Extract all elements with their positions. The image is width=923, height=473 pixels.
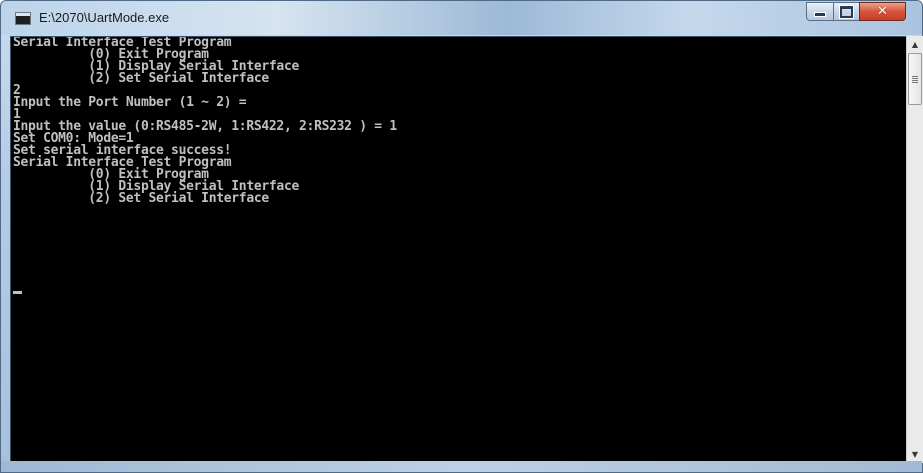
- console-line: (2) Set Serial Interface: [13, 71, 269, 86]
- window-title: E:\2070\UartMode.exe: [39, 10, 170, 25]
- console-app-icon[interactable]: [15, 12, 31, 25]
- window-bottom-border: [1, 461, 922, 472]
- maximize-icon: [839, 4, 854, 19]
- scroll-up-icon[interactable]: ▲: [907, 36, 923, 53]
- maximize-button[interactable]: [833, 2, 860, 21]
- minimize-button[interactable]: [806, 2, 834, 21]
- console-line: Input the Port Number (1 ~ 2) =: [13, 95, 247, 110]
- console-text: Serial Interface Test Program (0) Exit P…: [13, 37, 397, 205]
- minimize-icon: [814, 12, 826, 17]
- console-output[interactable]: Serial Interface Test Program (0) Exit P…: [10, 36, 907, 463]
- grip-icon: [912, 75, 918, 83]
- text-cursor: [13, 291, 22, 294]
- close-button[interactable]: ✕: [859, 2, 906, 21]
- scroll-thumb[interactable]: [908, 53, 922, 105]
- vertical-scrollbar[interactable]: ▲ ▼: [906, 36, 923, 463]
- console-window: E:\2070\UartMode.exe ✕ Serial Interface …: [0, 0, 923, 473]
- title-bar[interactable]: E:\2070\UartMode.exe ✕: [1, 1, 922, 35]
- console-line: (2) Set Serial Interface: [13, 191, 269, 206]
- close-icon: ✕: [877, 4, 888, 19]
